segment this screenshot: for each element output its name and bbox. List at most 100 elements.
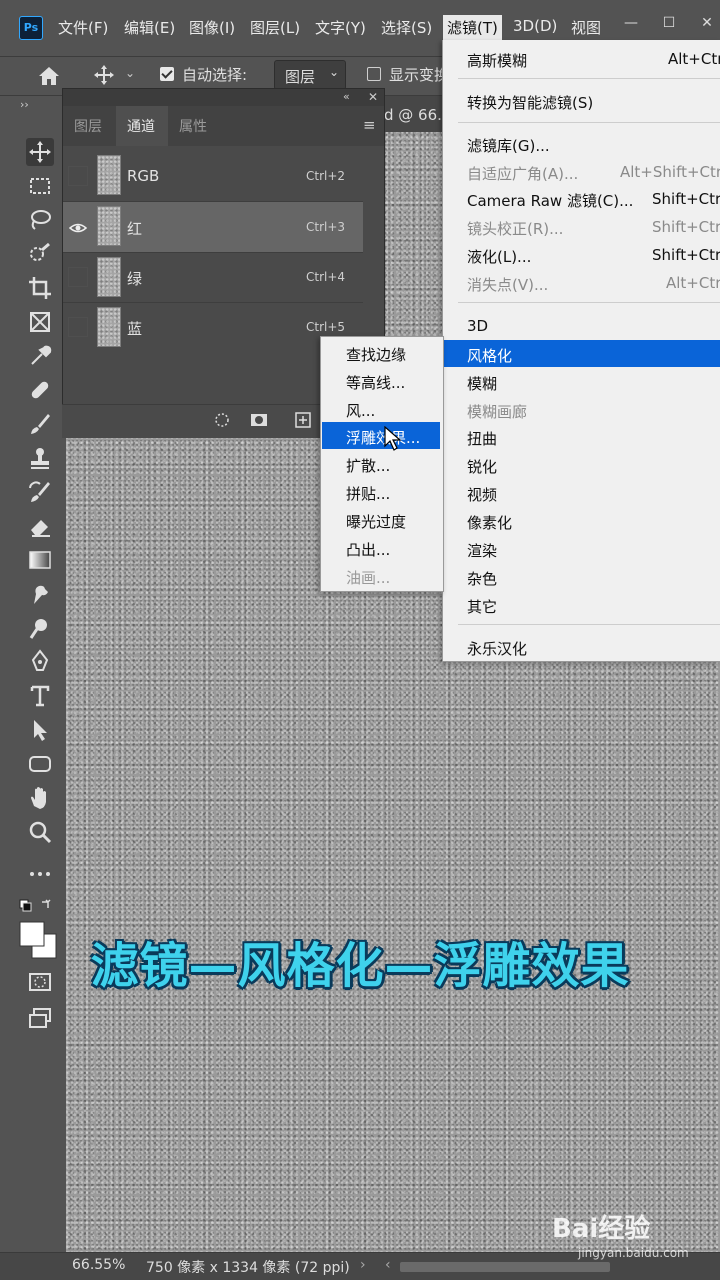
submenu-item-tiles[interactable]: 拼贴...: [346, 483, 390, 504]
menu-item-pixelate[interactable]: 像素化: [467, 512, 512, 533]
menu-image[interactable]: 图像(I): [189, 17, 235, 38]
menu-item-gaussian-blur[interactable]: 高斯模糊: [467, 50, 527, 71]
channel-thumbnail: [97, 257, 121, 297]
menu-item-video[interactable]: 视频: [467, 484, 497, 505]
menu-edit[interactable]: 编辑(E): [124, 17, 175, 38]
channel-shortcut: Ctrl+3: [306, 220, 346, 234]
brush-tool-icon[interactable]: [26, 410, 54, 438]
menu-item-lens-correction: 镜头校正(R)...: [467, 220, 564, 238]
load-selection-icon[interactable]: [213, 411, 231, 429]
maximize-icon[interactable]: ☐: [656, 10, 682, 36]
chevron-down-icon[interactable]: ⌄: [125, 66, 135, 80]
eraser-tool-icon[interactable]: [26, 512, 54, 540]
menu-item-shortcut: Alt+Ctr: [666, 274, 720, 292]
marquee-tool-icon[interactable]: [26, 172, 54, 200]
chevron-right-icon[interactable]: ›: [360, 1257, 366, 1273]
show-transform-label: 显示变换: [389, 66, 450, 84]
type-tool-icon[interactable]: [26, 682, 54, 710]
channel-shortcut: Ctrl+5: [306, 320, 346, 334]
eyedropper-tool-icon[interactable]: [26, 342, 54, 370]
submenu-item-solarize[interactable]: 曝光过度: [346, 511, 406, 532]
move-tool-icon[interactable]: [26, 138, 54, 166]
menu-item-yongle-localization[interactable]: 永乐汉化: [467, 638, 527, 659]
gradient-tool-icon[interactable]: [26, 546, 54, 574]
visibility-toggle[interactable]: [68, 317, 88, 337]
menu-file[interactable]: 文件(F): [58, 17, 108, 38]
save-selection-icon[interactable]: [249, 411, 269, 429]
menu-layer[interactable]: 图层(L): [250, 17, 300, 38]
lasso-tool-icon[interactable]: [26, 206, 54, 234]
menu-view[interactable]: 视图: [571, 17, 601, 38]
document-tab-title: d @ 66.: [384, 106, 442, 124]
menu-item-camera-raw[interactable]: Camera Raw 滤镜(C)...: [467, 190, 633, 211]
dodge-tool-icon[interactable]: [26, 614, 54, 642]
pen-tool-icon[interactable]: [26, 648, 54, 676]
menu-separator: [458, 122, 720, 123]
menu-item-render[interactable]: 渲染: [467, 540, 497, 561]
menu-item-3d[interactable]: 3D: [467, 317, 488, 335]
move-tool-preset-icon[interactable]: [93, 64, 115, 86]
rectangle-tool-icon[interactable]: [26, 750, 54, 778]
history-brush-tool-icon[interactable]: [26, 478, 54, 506]
screen-mode-icon[interactable]: [26, 1004, 54, 1032]
menu-separator: [458, 78, 720, 79]
menu-item-blur[interactable]: 模糊: [467, 373, 497, 394]
menu-type[interactable]: 文字(Y): [315, 17, 366, 38]
menu-3d[interactable]: 3D(D): [513, 17, 557, 35]
collapse-panel-icon[interactable]: «: [343, 90, 350, 103]
tab-layers[interactable]: 图层: [74, 116, 102, 136]
eye-icon[interactable]: [68, 218, 88, 238]
tab-properties[interactable]: 属性: [179, 116, 207, 136]
menu-item-liquify[interactable]: 液化(L)...: [467, 246, 531, 267]
minimize-icon[interactable]: —: [618, 10, 644, 36]
horizontal-scrollbar[interactable]: [400, 1262, 610, 1272]
show-transform-checkbox[interactable]: [367, 67, 381, 81]
menu-item-shortcut: Shift+Ctr: [652, 190, 720, 208]
auto-select-checkbox[interactable]: [160, 67, 174, 81]
tab-channels[interactable]: 通道: [127, 116, 155, 136]
chevron-left-icon[interactable]: ‹: [385, 1257, 391, 1273]
menu-filter[interactable]: 滤镜(T): [443, 15, 502, 40]
menu-item-shortcut: Alt+Ctrl: [668, 50, 720, 68]
new-channel-icon[interactable]: [294, 411, 312, 429]
home-icon[interactable]: [36, 63, 62, 89]
menu-item-convert-smart-filter[interactable]: 转换为智能滤镜(S): [467, 92, 593, 113]
more-tools-icon[interactable]: [26, 860, 54, 888]
photoshop-logo[interactable]: Ps: [19, 16, 43, 40]
path-selection-tool-icon[interactable]: [26, 716, 54, 744]
hand-tool-icon[interactable]: [26, 784, 54, 812]
zoom-tool-icon[interactable]: [26, 818, 54, 846]
frame-tool-icon[interactable]: [26, 308, 54, 336]
menu-item-distort[interactable]: 扭曲: [467, 428, 497, 449]
collapse-arrows-icon[interactable]: ››: [20, 98, 29, 111]
clone-stamp-tool-icon[interactable]: [26, 444, 54, 472]
menu-item-stylize[interactable]: 风格化: [467, 345, 512, 366]
dropdown-value: 图层: [285, 68, 316, 86]
submenu-item-wind[interactable]: 风...: [346, 400, 375, 421]
panel-header[interactable]: [63, 89, 384, 107]
menu-item-sharpen[interactable]: 锐化: [467, 456, 497, 477]
smudge-tool-icon[interactable]: [26, 580, 54, 608]
mouse-cursor-icon: [384, 426, 402, 451]
menu-select[interactable]: 选择(S): [381, 17, 432, 38]
channel-thumbnail: [97, 155, 121, 195]
channel-name: 红: [127, 220, 143, 238]
zoom-level[interactable]: 66.55%: [72, 1257, 125, 1273]
visibility-toggle[interactable]: [68, 166, 88, 186]
healing-brush-tool-icon[interactable]: [26, 376, 54, 404]
submenu-item-find-edges[interactable]: 查找边缘: [346, 344, 406, 365]
menu-item-filter-gallery[interactable]: 滤镜库(G)...: [467, 135, 550, 156]
visibility-toggle[interactable]: [68, 267, 88, 287]
close-panel-icon[interactable]: ✕: [368, 90, 378, 104]
submenu-item-diffuse[interactable]: 扩散...: [346, 455, 390, 476]
auto-select-target-dropdown[interactable]: 图层 ⌄: [274, 60, 346, 90]
quick-selection-tool-icon[interactable]: [26, 240, 54, 268]
menu-item-other[interactable]: 其它: [467, 596, 497, 617]
crop-tool-icon[interactable]: [26, 274, 54, 302]
submenu-item-trace-contour[interactable]: 等高线...: [346, 372, 405, 393]
document-info[interactable]: 750 像素 x 1334 像素 (72 ppi): [146, 1257, 350, 1277]
close-window-icon[interactable]: ✕: [694, 10, 720, 36]
submenu-item-extrude[interactable]: 凸出...: [346, 539, 390, 560]
menu-item-noise[interactable]: 杂色: [467, 568, 497, 589]
panel-menu-icon[interactable]: ≡: [363, 116, 376, 134]
